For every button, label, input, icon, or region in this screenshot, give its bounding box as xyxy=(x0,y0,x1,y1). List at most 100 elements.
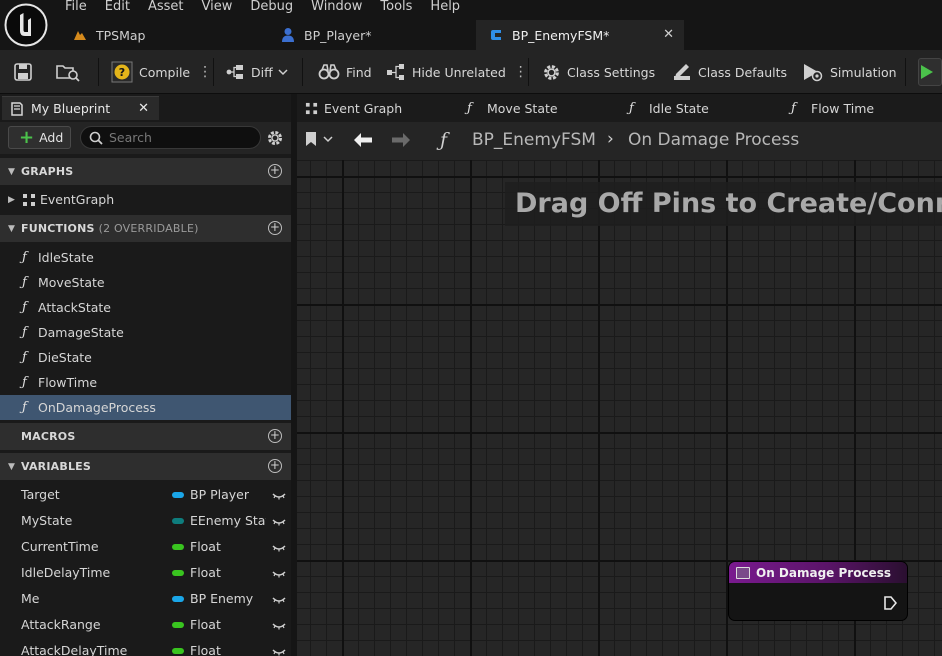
variable-item[interactable]: Target BP Player xyxy=(0,482,291,508)
function-item-ondamageprocess[interactable]: ƒ OnDamageProcess xyxy=(0,395,291,420)
save-button[interactable] xyxy=(13,50,39,94)
menu-view[interactable]: View xyxy=(193,0,242,14)
graph-canvas[interactable]: Drag Off Pins to Create/Connect New Node… xyxy=(297,160,942,656)
section-title: GRAPHS xyxy=(21,165,74,178)
compile-label: Compile xyxy=(139,64,191,80)
graph-hint-text: Drag Off Pins to Create/Connect New Node… xyxy=(505,182,942,226)
class-defaults-label: Class Defaults xyxy=(698,64,788,80)
visibility-eye-icon[interactable] xyxy=(272,541,286,556)
function-item-flowtime[interactable]: ƒ FlowTime xyxy=(0,370,291,395)
tab-bp-player[interactable]: BP_Player* xyxy=(268,20,476,50)
tab-tpsmap[interactable]: TPSMap xyxy=(60,20,268,50)
graph-tab-move-state[interactable]: ƒ Move State xyxy=(467,94,558,122)
unreal-logo-icon[interactable] xyxy=(4,3,48,47)
settings-gear-icon[interactable] xyxy=(266,129,284,147)
function-icon: ƒ xyxy=(22,300,27,315)
menu-help[interactable]: Help xyxy=(421,0,469,14)
class-settings-button[interactable]: Class Settings xyxy=(542,50,655,94)
add-function-icon[interactable]: + xyxy=(268,221,282,235)
variable-item[interactable]: MyState EEnemy State xyxy=(0,508,291,534)
class-defaults-button[interactable]: Class Defaults xyxy=(672,50,787,94)
variable-name: CurrentTime xyxy=(21,539,99,554)
tab-label: BP_Player* xyxy=(304,27,372,43)
simulation-icon xyxy=(804,64,823,82)
menu-window[interactable]: Window xyxy=(302,0,371,14)
breadcrumb-separator-icon: › xyxy=(607,129,614,149)
function-item-movestate[interactable]: ƒ MoveState xyxy=(0,270,291,295)
back-arrow-icon[interactable] xyxy=(352,132,374,148)
find-button[interactable]: Find xyxy=(318,50,372,94)
breadcrumb-root[interactable]: BP_EnemyFSM xyxy=(472,130,596,150)
visibility-eye-icon[interactable] xyxy=(272,567,286,582)
menu-file[interactable]: File xyxy=(56,0,96,14)
chevron-down-icon xyxy=(278,69,288,76)
tab-my-blueprint[interactable]: My Blueprint ✕ xyxy=(2,96,159,120)
browse-button[interactable] xyxy=(55,50,87,94)
variable-type: Float xyxy=(190,643,221,656)
menu-debug[interactable]: Debug xyxy=(241,0,302,14)
variables-section-header[interactable]: ▼ VARIABLES + xyxy=(0,453,291,480)
play-button[interactable] xyxy=(918,50,942,94)
variable-item[interactable]: CurrentTime Float xyxy=(0,534,291,560)
graph-tab-flow-time[interactable]: ƒ Flow Time xyxy=(791,94,874,122)
function-item-idlestate[interactable]: ƒ IdleState xyxy=(0,245,291,270)
add-button[interactable]: + Add xyxy=(8,126,71,149)
menu-tools[interactable]: Tools xyxy=(371,0,421,14)
binoculars-icon xyxy=(318,64,340,80)
actor-component-icon xyxy=(488,27,504,43)
variable-item[interactable]: AttackDelayTime Float xyxy=(0,638,291,656)
variable-type-pill xyxy=(172,648,184,654)
function-item-damagestate[interactable]: ƒ DamageState xyxy=(0,320,291,345)
visibility-eye-icon[interactable] xyxy=(272,619,286,634)
menu-edit[interactable]: Edit xyxy=(96,0,139,14)
function-icon: ƒ xyxy=(22,400,27,415)
variable-name: AttackDelayTime xyxy=(21,643,128,656)
hide-unrelated-options-icon[interactable]: ⋮ xyxy=(514,65,528,79)
function-entry-node[interactable]: On Damage Process xyxy=(729,562,907,620)
diff-button[interactable]: Diff xyxy=(225,50,294,94)
variable-name: MyState xyxy=(21,513,73,528)
simulation-button[interactable]: Simulation xyxy=(802,50,897,94)
graphs-section-header[interactable]: ▼ GRAPHS + xyxy=(0,158,291,185)
function-label: DamageState xyxy=(38,325,124,340)
search-input[interactable] xyxy=(109,130,259,145)
graph-item-eventgraph[interactable]: ▶ EventGraph xyxy=(0,187,291,212)
functions-section-header[interactable]: ▼ FUNCTIONS (2 OVERRIDABLE) + xyxy=(0,215,291,242)
graph-tab-label: Flow Time xyxy=(811,100,875,116)
variable-item[interactable]: AttackRange Float xyxy=(0,612,291,638)
svg-text:?: ? xyxy=(119,66,125,79)
search-box xyxy=(80,126,261,149)
tab-bp-enemyfsm[interactable]: BP_EnemyFSM* ✕ xyxy=(476,20,684,50)
add-macro-icon[interactable]: + xyxy=(268,429,282,443)
menu-asset[interactable]: Asset xyxy=(139,0,193,14)
close-tab-icon[interactable]: ✕ xyxy=(663,27,674,42)
macros-section-header[interactable]: MACROS + xyxy=(0,423,291,450)
graph-tab-bar: Event Graph ƒ Move State ƒ Idle State ƒ … xyxy=(297,94,942,122)
hide-unrelated-button[interactable]: Hide Unrelated ⋮ xyxy=(386,50,528,94)
compile-button[interactable]: ? Compile ⋮ xyxy=(111,50,212,94)
bookmark-dropdown[interactable] xyxy=(305,131,333,147)
visibility-eye-icon[interactable] xyxy=(272,515,286,530)
variable-name: Target xyxy=(21,487,60,502)
visibility-eye-icon[interactable] xyxy=(272,593,286,608)
forward-arrow-icon[interactable] xyxy=(390,132,412,148)
graph-tab-label: Move State xyxy=(487,100,558,116)
close-panel-icon[interactable]: ✕ xyxy=(138,101,149,116)
variable-type-pill xyxy=(172,596,184,602)
visibility-eye-icon[interactable] xyxy=(272,489,286,504)
variable-item[interactable]: Me BP Enemy xyxy=(0,586,291,612)
exec-output-pin-icon[interactable] xyxy=(883,595,897,611)
compile-options-icon[interactable]: ⋮ xyxy=(198,65,212,79)
blueprint-book-icon xyxy=(11,101,23,116)
graph-tab-idle-state[interactable]: ƒ Idle State xyxy=(629,94,709,122)
variable-name: Me xyxy=(21,591,40,606)
find-label: Find xyxy=(346,64,372,80)
bookmark-icon xyxy=(306,132,316,146)
graph-tab-event-graph[interactable]: Event Graph xyxy=(305,94,402,122)
visibility-eye-icon[interactable] xyxy=(272,645,286,656)
variable-item[interactable]: IdleDelayTime Float xyxy=(0,560,291,586)
add-variable-icon[interactable]: + xyxy=(268,459,282,473)
add-graph-icon[interactable]: + xyxy=(268,164,282,178)
function-item-attackstate[interactable]: ƒ AttackState xyxy=(0,295,291,320)
function-item-diestate[interactable]: ƒ DieState xyxy=(0,345,291,370)
